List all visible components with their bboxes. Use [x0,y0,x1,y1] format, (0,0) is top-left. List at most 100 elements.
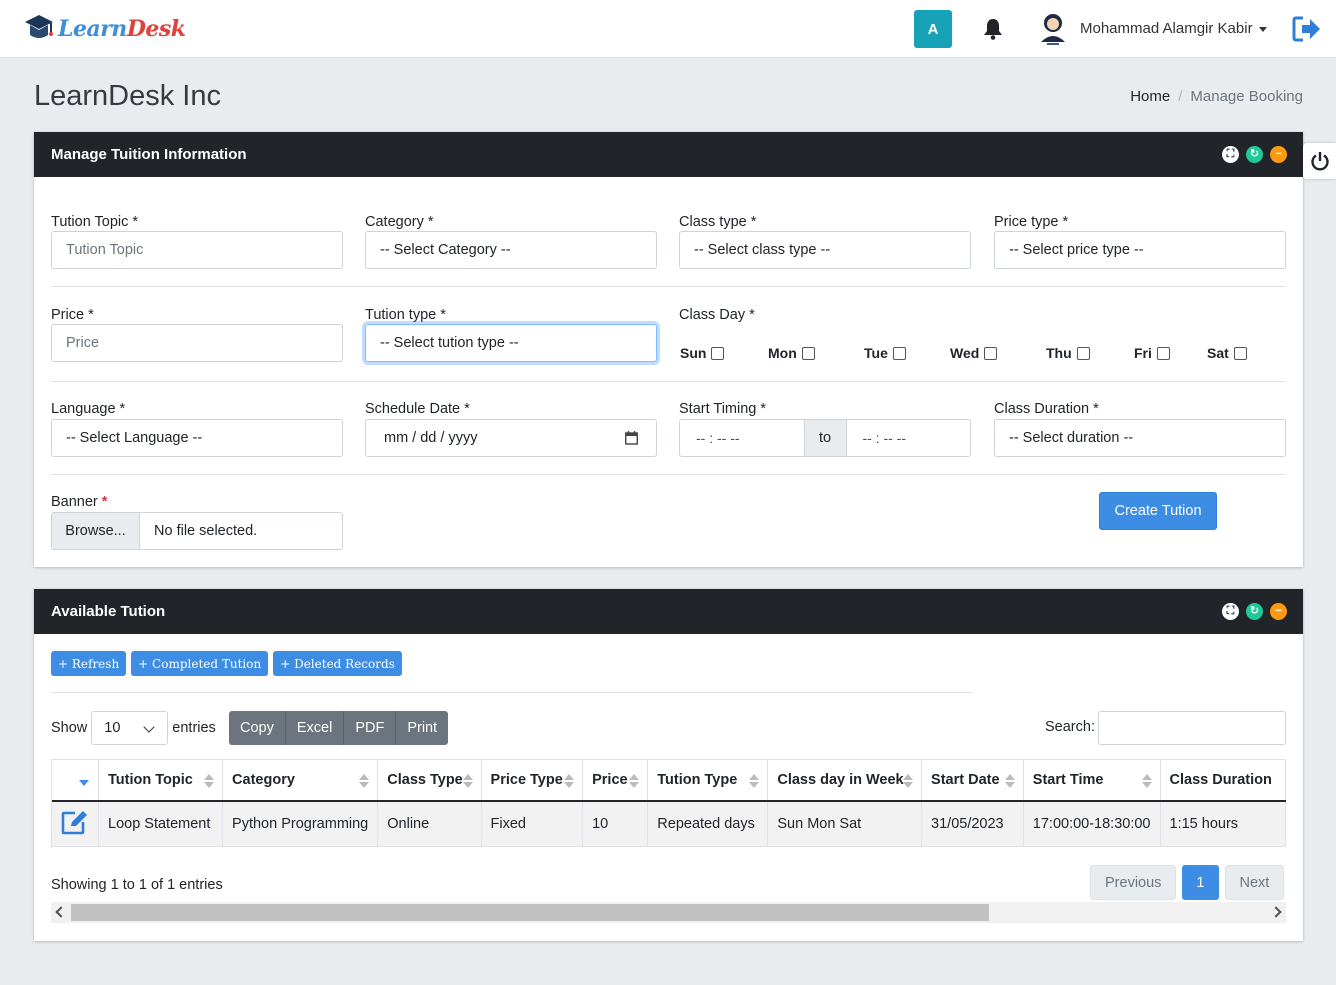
column-header-label: Class day in Week [777,771,904,788]
day-checkbox[interactable] [1233,346,1247,360]
day-checkbox[interactable] [1156,346,1170,360]
sort-icon [629,774,640,788]
start-time-from[interactable]: -- : -- -- [680,420,804,456]
horizontal-scrollbar[interactable] [51,902,1286,923]
previous-page-button[interactable]: Previous [1090,865,1177,900]
user-avatar[interactable] [1038,12,1068,46]
day-sun[interactable]: Sun [680,345,725,361]
column-header-price[interactable]: Price [582,759,649,802]
tution-topic-label: Tution Topic * [51,214,139,230]
completed-tution-button[interactable]: + Completed Tution [131,651,269,676]
refresh-button[interactable]: + Refresh [51,651,127,676]
pagination: Previous 1 Next [1090,865,1285,900]
expand-icon[interactable]: ⛶ [1222,603,1239,620]
collapse-icon[interactable]: − [1270,603,1287,620]
control-column-header[interactable] [52,759,99,802]
show-label: Show [51,720,88,736]
tution-type-select[interactable]: -- Select tution type -- [365,324,657,362]
bell-icon[interactable] [983,18,1003,40]
breadcrumb-separator: / [1178,88,1183,105]
next-page-button[interactable]: Next [1224,865,1285,900]
column-header-price-type[interactable]: Price Type [481,759,584,802]
day-wed[interactable]: Wed [950,345,998,361]
browse-button[interactable]: Browse... [52,513,140,549]
class-type-label: Class type * [679,214,757,230]
day-fri[interactable]: Fri [1134,345,1170,361]
column-header-start-date[interactable]: Start Date [921,759,1024,802]
column-header-tution-topic[interactable]: Tution Topic [98,759,224,802]
power-button[interactable] [1303,143,1336,179]
search-input[interactable] [1098,711,1286,745]
app-logo[interactable]: LearnDesk [24,12,186,46]
day-label: Sun [680,345,707,361]
day-mon[interactable]: Mon [768,345,815,361]
copy-button[interactable]: Copy [229,711,286,745]
pdf-button[interactable]: PDF [344,711,397,745]
scroll-left-icon[interactable] [55,906,67,918]
graduation-cap-icon [25,15,53,38]
refresh-icon[interactable]: ↻ [1246,146,1263,163]
column-header-label: Class Type [387,771,463,788]
price-label: Price * [51,307,94,323]
price-input[interactable]: Price [51,324,343,362]
tution-topic-input[interactable]: Tution Topic [51,231,343,269]
user-menu[interactable]: Mohammad Alamgir Kabir [1080,20,1267,37]
day-sat[interactable]: Sat [1207,345,1247,361]
sort-icon [204,774,215,788]
tution-type-label: Tution type * [365,307,446,323]
banner-file-input[interactable]: Browse... No file selected. [51,512,343,550]
tution-table-wrapper: Tution Topic Category Class Type Price T… [51,759,1286,848]
column-header-label: Start Date [931,771,1000,788]
card-tools: ⛶ ↻ − [1222,603,1287,620]
user-name: Mohammad Alamgir Kabir [1080,20,1253,37]
card-tools: ⛶ ↻ − [1222,146,1287,163]
scrollbar-thumb[interactable] [71,904,989,921]
sort-icon [359,774,370,788]
column-header-tution-type[interactable]: Tution Type [647,759,769,802]
price-type-select[interactable]: -- Select price type -- [994,231,1286,269]
day-checkbox[interactable] [711,346,725,360]
column-header-start-time[interactable]: Start Time [1023,759,1161,802]
page-1-button[interactable]: 1 [1182,865,1219,900]
breadcrumb-home[interactable]: Home [1130,88,1170,105]
column-header-class-type[interactable]: Class Type [377,759,482,802]
day-checkbox[interactable] [1076,346,1090,360]
day-checkbox[interactable] [892,346,906,360]
logo-text: LearnDesk [58,16,186,42]
column-header-class-day[interactable]: Class day in Week [767,759,923,802]
page-length-select[interactable]: 10 [91,711,169,745]
create-tution-button[interactable]: Create Tution [1099,492,1217,530]
deleted-records-button[interactable]: + Deleted Records [273,651,402,676]
day-tue[interactable]: Tue [864,345,906,361]
scroll-right-icon[interactable] [1270,906,1282,918]
column-header-category[interactable]: Category [222,759,379,802]
divider [51,286,1286,287]
print-button[interactable]: Print [396,711,449,745]
avatar-letter-button[interactable]: A [914,10,952,48]
class-duration-label: Class Duration * [994,401,1099,417]
excel-button[interactable]: Excel [285,711,345,745]
start-time-to[interactable]: -- : -- -- [847,420,971,456]
day-checkbox[interactable] [801,346,815,360]
breadcrumb: Home / Manage Booking [1130,88,1303,105]
day-checkbox[interactable] [984,346,998,360]
price-type-label: Price type * [994,214,1069,230]
page-title: LearnDesk Inc [34,80,221,112]
collapse-icon[interactable]: − [1270,146,1287,163]
breadcrumb-current: Manage Booking [1190,88,1303,105]
schedule-date-input[interactable]: mm / dd / yyyy [365,419,657,457]
refresh-icon[interactable]: ↻ [1246,603,1263,620]
date-placeholder: mm / dd / yyyy [384,430,478,446]
edit-cell[interactable] [52,800,99,847]
expand-icon[interactable]: ⛶ [1222,146,1239,163]
column-header-class-duration[interactable]: Class Duration [1160,759,1286,802]
logout-icon[interactable] [1292,16,1322,42]
day-thu[interactable]: Thu [1046,345,1090,361]
calendar-icon[interactable] [625,431,638,445]
cell-class-duration: 1:15 hours [1160,800,1286,847]
class-type-select[interactable]: -- Select class type -- [679,231,971,269]
edit-icon[interactable] [61,809,89,835]
category-select[interactable]: -- Select Category -- [365,231,657,269]
class-duration-select[interactable]: -- Select duration -- [994,419,1286,457]
language-select[interactable]: -- Select Language -- [51,419,343,457]
